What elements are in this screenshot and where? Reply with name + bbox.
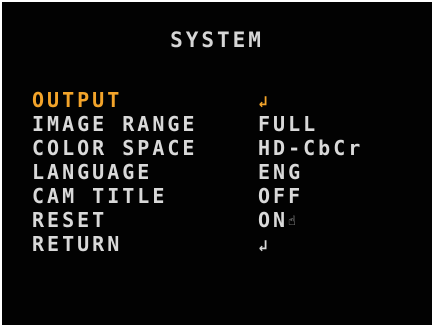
menu-item-image-range[interactable]: IMAGE RANGE FULL (32, 112, 424, 136)
menu-item-reset[interactable]: RESET ON☝ (32, 208, 424, 232)
osd-screen: SYSTEM OUTPUT ↲ IMAGE RANGE FULL COLOR S… (2, 2, 432, 325)
menu-item-value: OFF (258, 184, 304, 208)
menu-title: SYSTEM (170, 28, 264, 52)
menu-item-language[interactable]: LANGUAGE ENG (32, 160, 424, 184)
hand-pointer-icon: ☝ (288, 214, 296, 229)
menu-item-value: ↲ (258, 232, 268, 258)
menu-item-value: FULL (258, 112, 319, 136)
menu-item-value: ON☝ (258, 208, 296, 232)
menu-item-label: CAM TITLE (32, 184, 168, 208)
menu-item-value: ENG (258, 160, 304, 184)
menu-item-label: RETURN (32, 232, 123, 256)
menu-item-label: RESET (32, 208, 108, 232)
menu-item-label: IMAGE RANGE (32, 112, 198, 136)
menu-item-value: ↲ (258, 88, 268, 114)
menu-item-output[interactable]: OUTPUT ↲ (32, 88, 424, 112)
menu-item-label: OUTPUT (32, 88, 123, 112)
menu-item-label: LANGUAGE (32, 160, 153, 184)
menu-item-color-space[interactable]: COLOR SPACE HD-CbCr (32, 136, 424, 160)
menu-item-return[interactable]: RETURN ↲ (32, 232, 424, 256)
enter-icon: ↲ (258, 236, 268, 255)
menu-item-value: HD-CbCr (258, 136, 364, 160)
menu-item-label: COLOR SPACE (32, 136, 198, 160)
menu-item-cam-title[interactable]: CAM TITLE OFF (32, 184, 424, 208)
enter-icon: ↲ (258, 92, 268, 111)
system-menu: OUTPUT ↲ IMAGE RANGE FULL COLOR SPACE HD… (32, 88, 424, 256)
